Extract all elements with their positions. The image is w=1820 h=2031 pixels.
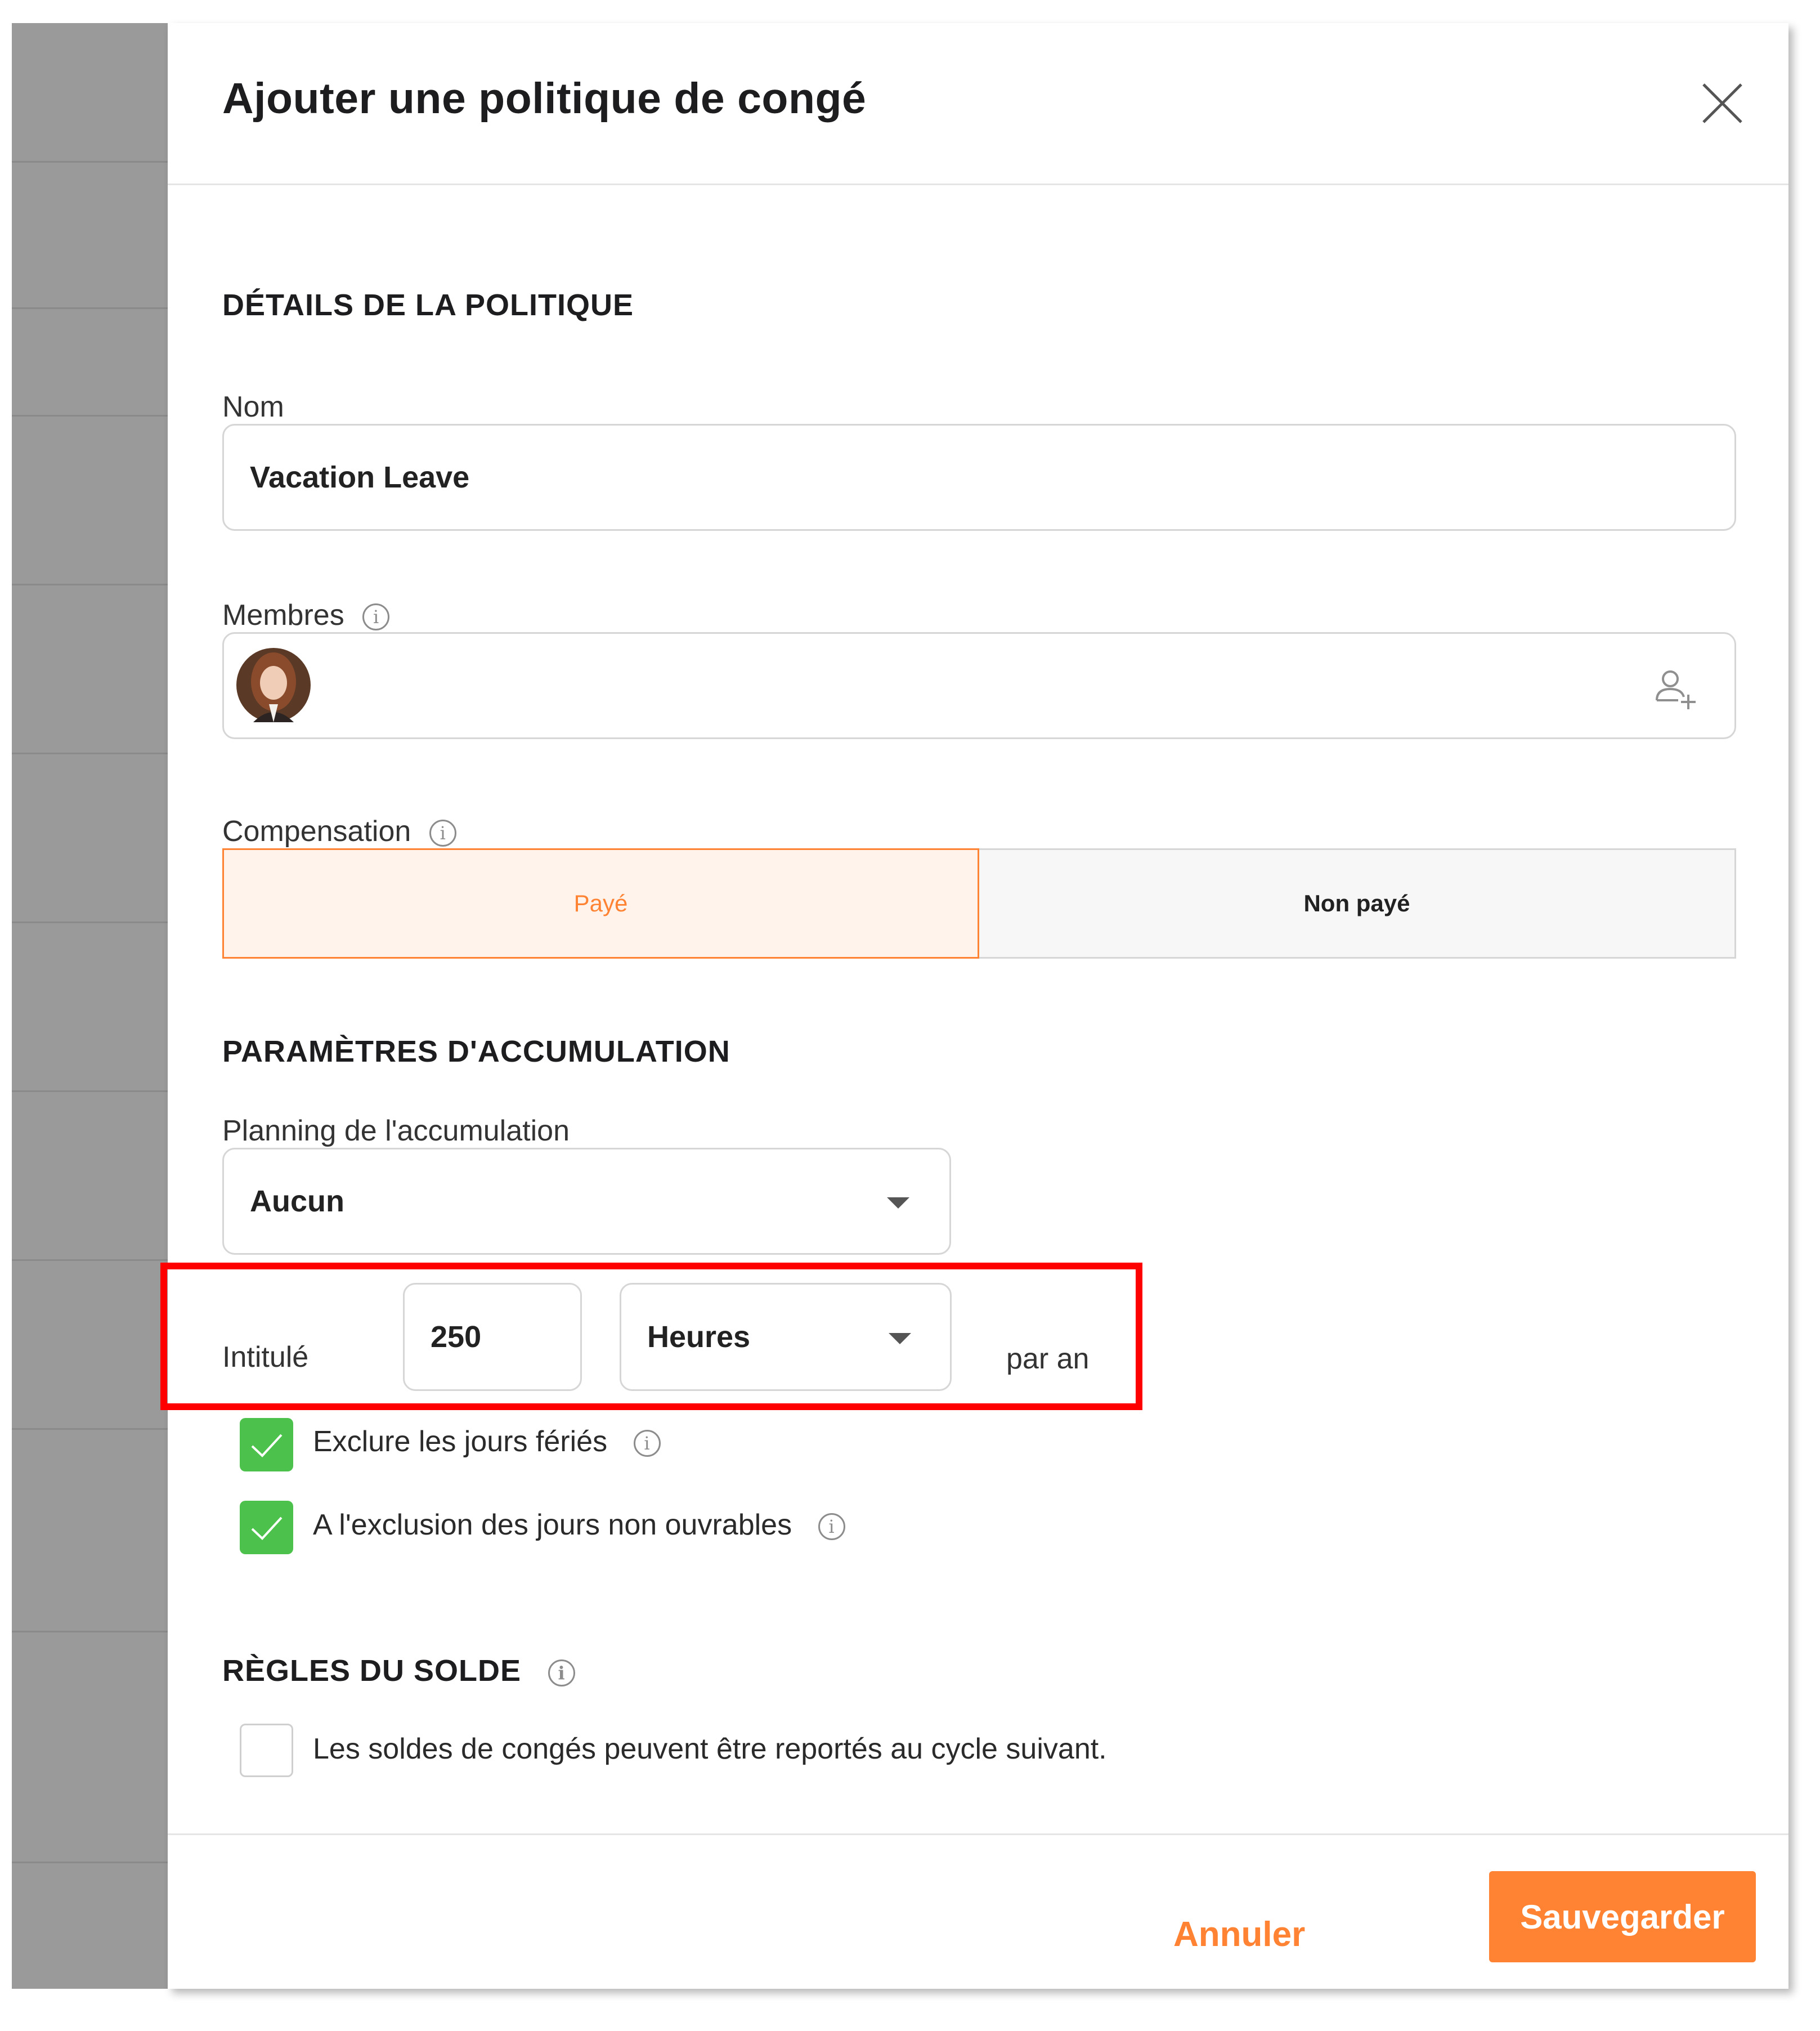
cancel-button[interactable]: Annuler [1173, 1914, 1305, 1954]
backdrop-row-divider [12, 584, 168, 585]
backdrop-row-divider [12, 1090, 168, 1092]
backdrop-row-divider [12, 1428, 168, 1430]
info-icon[interactable]: i [429, 820, 456, 847]
check-icon [251, 1434, 283, 1457]
backdrop-row-divider [12, 307, 168, 309]
accrual-schedule-select[interactable]: Aucun [222, 1148, 951, 1255]
section-heading-balance-rules: RÈGLES DU SOLDE i [222, 1653, 576, 1688]
members-label: Membres i [222, 598, 390, 632]
info-icon[interactable]: i [633, 1430, 661, 1457]
exclude-holidays-label: Exclure les jours fériés i [313, 1425, 661, 1459]
chevron-down-icon [887, 1197, 909, 1209]
backdrop-row-divider [12, 161, 168, 163]
exclude-holidays-checkbox[interactable] [240, 1418, 293, 1471]
exclude-holidays-text: Exclure les jours fériés [313, 1425, 608, 1458]
balance-rules-heading-text: RÈGLES DU SOLDE [222, 1654, 522, 1688]
compensation-option-paid-label: Payé [573, 890, 628, 916]
backdrop-row-divider [12, 753, 168, 754]
backdrop-row-divider [12, 1631, 168, 1632]
exclude-nonworking-days-text: A l'exclusion des jours non ouvrables [313, 1509, 792, 1541]
members-label-text: Membres [222, 599, 344, 632]
backdrop-row-divider [12, 415, 168, 417]
name-input[interactable]: Vacation Leave [222, 424, 1736, 531]
save-button[interactable]: Sauvegarder [1489, 1871, 1756, 1962]
compensation-label: Compensation i [222, 815, 456, 848]
accrual-schedule-label: Planning de l'accumulation [222, 1115, 570, 1147]
entitlement-highlight-box [160, 1263, 1142, 1410]
exclude-nonworking-days-checkbox[interactable] [240, 1501, 293, 1554]
exclude-nonworking-days-label: A l'exclusion des jours non ouvrables i [313, 1508, 845, 1542]
accrual-schedule-value: Aucun [250, 1184, 344, 1218]
footer-divider [168, 1833, 1788, 1835]
compensation-label-text: Compensation [222, 815, 411, 848]
name-input-value: Vacation Leave [250, 460, 470, 494]
close-icon[interactable] [1701, 82, 1743, 124]
section-heading-accumulation: PARAMÈTRES D'ACCUMULATION [222, 1035, 730, 1068]
carryover-checkbox[interactable] [240, 1724, 293, 1777]
check-icon [251, 1516, 283, 1540]
dialog-title: Ajouter une politique de congé [222, 74, 867, 123]
name-label: Nom [222, 391, 284, 423]
avatar[interactable] [236, 648, 311, 722]
backdrop-row-divider [12, 1259, 168, 1261]
backdrop-row-divider [12, 1862, 168, 1863]
backdrop-row-divider [12, 921, 168, 923]
add-user-icon[interactable] [1653, 666, 1698, 712]
compensation-option-paid[interactable]: Payé [222, 848, 979, 959]
info-icon[interactable]: i [818, 1513, 845, 1541]
add-leave-policy-dialog: Ajouter une politique de congé DÉTAILS D… [168, 23, 1788, 1989]
members-field[interactable] [222, 632, 1736, 739]
header-divider [168, 184, 1788, 185]
page-backdrop [12, 23, 168, 1989]
section-heading-policy-details: DÉTAILS DE LA POLITIQUE [222, 288, 634, 322]
carryover-label: Les soldes de congés peuvent être report… [313, 1733, 1107, 1765]
compensation-option-unpaid[interactable]: Non payé [979, 848, 1736, 959]
info-icon[interactable]: i [548, 1659, 576, 1686]
info-icon[interactable]: i [362, 603, 390, 631]
save-button-label: Sauvegarder [1520, 1898, 1725, 1936]
compensation-option-unpaid-label: Non payé [1303, 890, 1410, 916]
